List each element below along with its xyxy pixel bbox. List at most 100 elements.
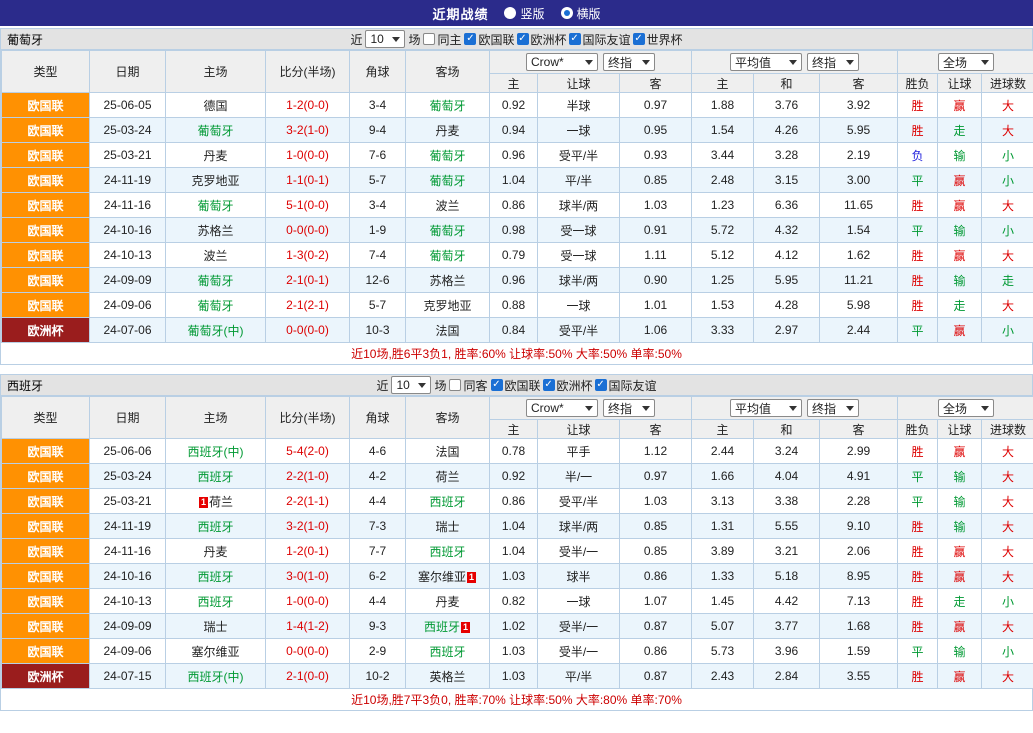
checkbox-icon[interactable]: ✓ xyxy=(543,379,555,391)
chevron-down-icon xyxy=(585,406,593,411)
corners-cell: 10-3 xyxy=(350,318,406,343)
away-team-name: 丹麦 xyxy=(435,124,459,138)
near-label: 近 xyxy=(350,31,362,48)
asia-line-cell: 球半/两 xyxy=(538,514,620,539)
euro-away-odds-cell: 1.59 xyxy=(820,639,898,664)
home-team-name: 丹麦 xyxy=(203,545,227,559)
asia-stage-dropdown[interactable]: 终指 xyxy=(603,53,655,71)
score-cell: 1-3(0-2) xyxy=(266,243,350,268)
euro-away-odds-cell: 5.95 xyxy=(820,118,898,143)
competition-cell: 欧国联 xyxy=(2,168,90,193)
col-score: 比分(半场) xyxy=(266,397,350,439)
competition-filter[interactable]: ✓欧国联 xyxy=(491,377,541,394)
euro-away-odds-cell: 2.99 xyxy=(820,439,898,464)
same-venue-filter[interactable]: 同客 xyxy=(449,377,487,394)
euro-away-odds-cell: 11.21 xyxy=(820,268,898,293)
checkbox-icon[interactable]: ✓ xyxy=(491,379,503,391)
home-team-cell: 1荷兰 xyxy=(166,489,266,514)
handicap-result-cell: 输 xyxy=(938,218,982,243)
competition-filter[interactable]: ✓欧洲杯 xyxy=(517,31,567,48)
fulltime-dropdown[interactable]: 全场 xyxy=(938,399,994,417)
competition-filter[interactable]: ✓欧洲杯 xyxy=(543,377,593,394)
layout-radio-horizontal[interactable]: 横版 xyxy=(561,5,601,22)
chevron-down-icon xyxy=(981,406,989,411)
checkbox-icon[interactable]: ✓ xyxy=(464,33,476,45)
competition-filter[interactable]: ✓世界杯 xyxy=(633,31,683,48)
competition-filter[interactable]: ✓国际友谊 xyxy=(595,377,657,394)
checkbox-icon[interactable]: ✓ xyxy=(595,379,607,391)
handicap-result-cell: 输 xyxy=(938,268,982,293)
away-team-name: 苏格兰 xyxy=(429,274,465,288)
checkbox-icon[interactable]: ✓ xyxy=(633,33,645,45)
checkbox-icon[interactable]: ✓ xyxy=(517,33,529,45)
handicap-result-cell: 赢 xyxy=(938,439,982,464)
home-team-cell: 塞尔维亚 xyxy=(166,639,266,664)
date-cell: 25-06-05 xyxy=(90,93,166,118)
asia-line-cell: 受半/一 xyxy=(538,614,620,639)
asia-away-odds-cell: 0.91 xyxy=(620,218,692,243)
col-asia-home: 主 xyxy=(490,74,538,93)
handicap-result-cell: 赢 xyxy=(938,93,982,118)
col-result: 胜负 xyxy=(898,74,938,93)
away-team-cell: 葡萄牙 xyxy=(406,218,490,243)
date-cell: 25-06-06 xyxy=(90,439,166,464)
checkbox-icon[interactable] xyxy=(423,33,435,45)
same-venue-filter[interactable]: 同主 xyxy=(423,31,461,48)
away-team-name: 克罗地亚 xyxy=(423,299,471,313)
handicap-result-cell: 走 xyxy=(938,118,982,143)
match-count-dropdown[interactable]: 10 xyxy=(365,30,405,48)
competition-filter[interactable]: ✓欧国联 xyxy=(464,31,514,48)
corners-cell: 5-7 xyxy=(350,293,406,318)
euro-home-odds-cell: 1.45 xyxy=(692,589,754,614)
average-dropdown[interactable]: 平均值 xyxy=(730,399,802,417)
goals-result-cell: 大 xyxy=(982,193,1033,218)
match-row: 欧国联24-09-09瑞士1-4(1-2)9-3西班牙11.02受半/一0.87… xyxy=(2,614,1033,639)
handicap-result-cell: 输 xyxy=(938,514,982,539)
euro-away-odds-cell: 1.62 xyxy=(820,243,898,268)
competition-filter[interactable]: ✓国际友谊 xyxy=(569,31,631,48)
checkbox-icon[interactable]: ✓ xyxy=(569,33,581,45)
bookmaker-dropdown[interactable]: Crow* xyxy=(526,399,598,417)
competition-cell: 欧国联 xyxy=(2,614,90,639)
score-cell: 1-2(0-0) xyxy=(266,93,350,118)
games-label: 场 xyxy=(408,31,420,48)
fulltime-dropdown-value: 全场 xyxy=(943,400,967,417)
score-cell: 3-2(1-0) xyxy=(266,514,350,539)
average-dropdown[interactable]: 平均值 xyxy=(730,53,802,71)
handicap-result-cell: 输 xyxy=(938,464,982,489)
match-row: 欧国联24-11-19克罗地亚1-1(0-1)5-7葡萄牙1.04平/半0.85… xyxy=(2,168,1033,193)
euro-stage-dropdown[interactable]: 终指 xyxy=(807,53,859,71)
layout-radio-vertical[interactable]: 竖版 xyxy=(504,5,544,22)
competition-cell: 欧国联 xyxy=(2,639,90,664)
euro-stage-dropdown[interactable]: 终指 xyxy=(807,399,859,417)
asia-home-odds-cell: 1.02 xyxy=(490,614,538,639)
away-team-name: 瑞士 xyxy=(435,520,459,534)
match-count-dropdown[interactable]: 10 xyxy=(391,376,431,394)
away-team-name: 塞尔维亚 xyxy=(418,570,466,584)
col-handicap: 让球 xyxy=(938,420,982,439)
chevron-down-icon xyxy=(642,406,650,411)
goals-result-cell: 大 xyxy=(982,93,1033,118)
asia-stage-dropdown[interactable]: 终指 xyxy=(603,399,655,417)
goals-result-cell: 小 xyxy=(982,168,1033,193)
away-team-cell: 苏格兰 xyxy=(406,268,490,293)
col-goals: 进球数 xyxy=(982,420,1033,439)
home-team-name: 苏格兰 xyxy=(197,224,233,238)
fulltime-dropdown[interactable]: 全场 xyxy=(938,53,994,71)
date-cell: 24-09-09 xyxy=(90,614,166,639)
checkbox-icon[interactable] xyxy=(449,379,461,391)
radio-icon[interactable] xyxy=(504,7,516,19)
asia-line-cell: 受平/半 xyxy=(538,143,620,168)
competition-cell: 欧国联 xyxy=(2,293,90,318)
home-team-name: 德国 xyxy=(203,99,227,113)
competition-cell: 欧国联 xyxy=(2,464,90,489)
goals-result-cell: 走 xyxy=(982,268,1033,293)
score-cell: 1-0(0-0) xyxy=(266,143,350,168)
competition-cell: 欧国联 xyxy=(2,514,90,539)
chevron-down-icon xyxy=(418,383,426,388)
result-cell: 胜 xyxy=(898,268,938,293)
asia-away-odds-cell: 0.90 xyxy=(620,268,692,293)
competition-cell: 欧国联 xyxy=(2,268,90,293)
bookmaker-dropdown[interactable]: Crow* xyxy=(526,53,598,71)
radio-icon[interactable] xyxy=(561,7,573,19)
